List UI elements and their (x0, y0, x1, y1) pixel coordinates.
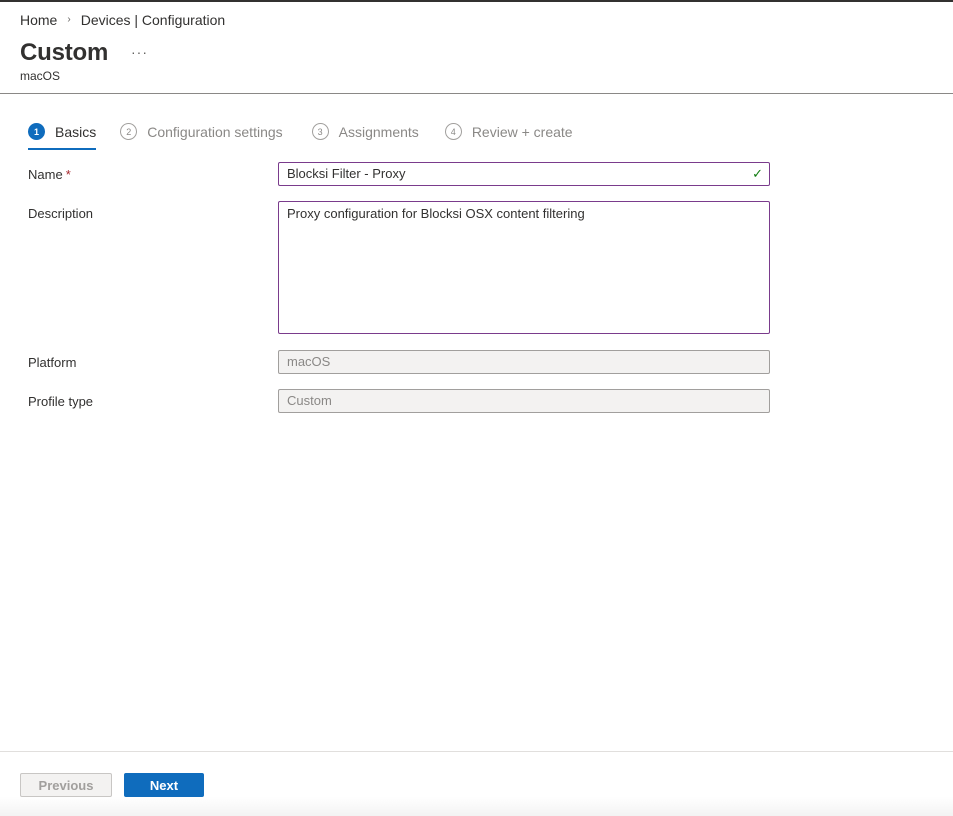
chevron-right-icon: › (67, 13, 71, 25)
previous-button[interactable]: Previous (20, 773, 112, 797)
description-label: Description (28, 206, 94, 221)
next-button[interactable]: Next (124, 773, 204, 797)
name-label: Name * (28, 167, 71, 182)
header-divider (0, 93, 953, 94)
breadcrumb-home-link[interactable]: Home (20, 12, 57, 28)
step-label: Basics (55, 124, 97, 140)
window-top-border (0, 0, 953, 2)
page-title: Custom (20, 39, 109, 66)
breadcrumb-devices-configuration-link[interactable]: Devices | Configuration (81, 12, 225, 28)
profile-type-value: Custom (287, 393, 332, 408)
page-subtitle: macOS (20, 69, 61, 83)
platform-value: macOS (287, 354, 331, 369)
profile-type-label: Profile type (28, 394, 94, 409)
description-textarea[interactable]: Proxy configuration for Blocksi OSX cont… (278, 201, 770, 334)
step-label: Assignments (338, 124, 419, 140)
step-number-badge: 1 (28, 123, 45, 140)
name-input[interactable]: Blocksi Filter - Proxy ✓ (278, 162, 770, 186)
step-label: Review + create (471, 124, 573, 140)
tab-assignments[interactable]: 3 Assignments (311, 121, 419, 151)
tab-basics[interactable]: 1 Basics (28, 121, 97, 151)
breadcrumb: Home › Devices | Configuration (20, 12, 225, 28)
tab-configuration-settings[interactable]: 2 Configuration settings (120, 121, 283, 151)
profile-type-field: Custom (278, 389, 770, 413)
description-value: Proxy configuration for Blocksi OSX cont… (287, 206, 585, 221)
step-number-badge: 4 (444, 123, 462, 140)
step-number-badge: 3 (311, 123, 329, 140)
name-label-text: Name (28, 167, 63, 182)
more-options-icon[interactable]: ··· (131, 44, 148, 60)
name-input-value: Blocksi Filter - Proxy (287, 166, 406, 181)
step-number-badge: 2 (120, 123, 138, 140)
platform-label: Platform (28, 355, 77, 370)
wizard-steps: 1 Basics 2 Configuration settings 3 Assi… (28, 121, 573, 151)
required-indicator: * (65, 167, 71, 182)
check-icon: ✓ (752, 166, 763, 181)
tab-review-create[interactable]: 4 Review + create (444, 121, 573, 151)
platform-field: macOS (278, 350, 770, 374)
step-label: Configuration settings (147, 124, 283, 140)
